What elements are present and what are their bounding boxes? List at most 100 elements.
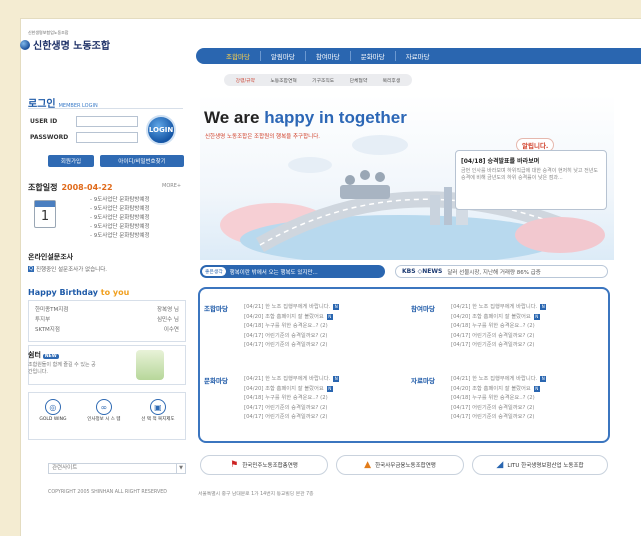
board-item[interactable]: [04/17] 어린기준의 승격일까요? (2) bbox=[244, 341, 339, 351]
partner-label: 한국민주노동조합총연맹 bbox=[242, 463, 298, 469]
board-list: [04/21] 한 노조 집행부에게 바랍니다. N [04/20] 조합 홈페이… bbox=[451, 303, 547, 351]
board-list: [04/21] 한 노조 집행부에게 바랍니다. N [04/20] 조합 홈페이… bbox=[244, 303, 340, 351]
new-icon: N bbox=[326, 313, 333, 320]
rest-illustration bbox=[136, 350, 164, 380]
schedule-title-text: 조합일정 bbox=[28, 183, 58, 192]
news-ticker[interactable]: KBS ◇NEWS 달러 선물시장, 지난해 거래량 86% 급증 bbox=[395, 265, 608, 278]
birthday-title-a: Happy Birthday bbox=[28, 288, 98, 297]
quick-link-label: 선 택 적 복지제도 bbox=[141, 417, 175, 422]
userid-label: USER ID bbox=[30, 118, 58, 125]
rest-description: 조합원들이 함께 즐길 수 있는 공간입니다. bbox=[28, 362, 96, 375]
board-item[interactable]: [04/17] 어린기준의 승격일까요? (2) bbox=[244, 413, 339, 423]
partner-label: 한국사무금융노동조합연맹 bbox=[375, 463, 436, 469]
board-item[interactable]: [04/20] 조합 홈페이지 잘 볼랐어요 N bbox=[451, 385, 546, 395]
board-item[interactable]: [04/17] 어린기준의 승격일까요? (2) bbox=[244, 332, 339, 342]
sub-nav-item[interactable]: 노동조합연혁 bbox=[270, 77, 296, 84]
divider bbox=[28, 108, 183, 109]
birthday-branch: 투지부 bbox=[35, 317, 51, 323]
board-item-text: [04/21] 한 노조 집행부에게 바랍니다. bbox=[451, 376, 538, 382]
sub-nav-item[interactable]: 단체협약 bbox=[350, 77, 368, 84]
userid-input[interactable] bbox=[76, 116, 138, 127]
board-title[interactable]: 참여마당 bbox=[411, 303, 435, 313]
logo-subtitle: 신한생명보험업노동조합 bbox=[28, 30, 69, 35]
quick-link-welfare[interactable]: ▣ 선 택 적 복지제도 bbox=[141, 399, 175, 422]
board-item[interactable]: [04/21] 한 노조 집행부에게 바랍니다. N bbox=[244, 375, 340, 385]
nav-item[interactable]: 자료마당 bbox=[396, 51, 440, 61]
schedule-title: 조합일정 2008-04-22 bbox=[28, 182, 113, 193]
quick-link-label: 인사정보 시 스 템 bbox=[87, 417, 121, 422]
board-item[interactable]: [04/18] 누구를 위한 승격운요..? (2) bbox=[244, 394, 339, 404]
schedule-item[interactable]: - 9도사업단 문화탐방예정 bbox=[90, 232, 150, 241]
doc-icon: ▣ bbox=[149, 399, 166, 415]
survey-title: 온라인설문조사 bbox=[28, 253, 74, 261]
board-item[interactable]: [04/17] 어린기준의 승격일까요? (2) bbox=[244, 404, 339, 414]
partner-label: LITU 한국생명보험산업 노동조합 bbox=[507, 463, 584, 469]
nav-item[interactable]: 조합마당 bbox=[216, 51, 261, 61]
partner-litu[interactable]: ◢ LITU 한국생명보험산업 노동조합 bbox=[472, 455, 608, 475]
survey-item: Q 진행중인 설문조사가 없습니다. bbox=[28, 265, 107, 273]
sub-nav-item[interactable]: 복리후생 bbox=[383, 77, 401, 84]
question-icon: Q bbox=[28, 266, 34, 272]
board-item[interactable]: [04/21] 한 노조 집행부에게 바랍니다. N bbox=[451, 303, 547, 313]
copyright: COPYRIGHT 2005 SHINHAN ALL RIGHT RESERVE… bbox=[48, 490, 167, 495]
sub-nav: 강령/규약 노동조합연혁 기구조직도 단체협약 복리후생 bbox=[224, 74, 412, 86]
new-icon: N bbox=[533, 313, 540, 320]
birthday-row: 투지부 심민수 님 bbox=[35, 315, 179, 325]
find-account-button[interactable]: 아이디/비밀번호찾기 bbox=[100, 155, 184, 167]
board-title[interactable]: 자료마당 bbox=[411, 375, 435, 385]
hero-headline-a: We are bbox=[204, 108, 260, 127]
schedule-list: - 9도사업단 문화탐방예정 - 9도사업단 문화탐방예정 - 9도사업단 문화… bbox=[90, 196, 150, 241]
flag-icon: ⚑ bbox=[230, 460, 239, 470]
board-item[interactable]: [04/21] 한 노조 집행부에게 바랍니다. N bbox=[451, 375, 547, 385]
board-item[interactable]: [04/18] 누구를 위한 승격운요..? (2) bbox=[451, 394, 546, 404]
join-button[interactable]: 회원가입 bbox=[48, 155, 94, 167]
new-icon: N bbox=[540, 304, 547, 310]
board-item[interactable]: [04/18] 누구를 위한 승격운요..? (2) bbox=[451, 322, 546, 332]
schedule-more-link[interactable]: MORE+ bbox=[162, 183, 181, 189]
board-item[interactable]: [04/20] 조합 홈페이지 잘 볼랐어요 N bbox=[244, 313, 339, 323]
sub-nav-item[interactable]: 강령/규약 bbox=[236, 77, 255, 84]
mountain-icon: ▲ bbox=[364, 460, 372, 470]
quote-ticker[interactable]: 좋은생각 행복이란 밖에서 오는 행복도 있지만... bbox=[200, 265, 385, 278]
birthday-row: SKTM지점 이수연 bbox=[35, 325, 179, 335]
related-sites-label: 관련사이트 bbox=[52, 465, 78, 471]
quick-links: ◎ GOLD WING ∞ 인사정보 시 스 템 ▣ 선 택 적 복지제도 bbox=[28, 392, 186, 440]
partner-kfiu[interactable]: ▲ 한국사무금융노동조합연맹 bbox=[336, 455, 464, 475]
nav-item[interactable]: 알림마당 bbox=[261, 51, 306, 61]
nav-item[interactable]: 문화마당 bbox=[351, 51, 396, 61]
quick-link-gold-wing[interactable]: ◎ GOLD WING bbox=[39, 399, 66, 422]
partner-kctu[interactable]: ⚑ 한국민주노동조합총연맹 bbox=[200, 455, 328, 475]
login-button[interactable]: LOGIN bbox=[146, 115, 176, 145]
address: 서울특별시 중구 남대문로 1가 14번지 동교빌딩 본관 7층 bbox=[198, 492, 314, 497]
new-icon: N bbox=[533, 385, 540, 392]
calendar-icon: 1 bbox=[34, 200, 56, 228]
sub-nav-item[interactable]: 기구조직도 bbox=[312, 77, 334, 84]
board-item[interactable]: [04/20] 조합 홈페이지 잘 볼랐어요 N bbox=[451, 313, 546, 323]
schedule-item[interactable]: - 9도사업단 문화탐방예정 bbox=[90, 196, 150, 205]
board-item[interactable]: [04/17] 어린기준의 승격일까요? (2) bbox=[451, 413, 546, 423]
board-item[interactable]: [04/18] 누구를 위한 승격운요..? (2) bbox=[244, 322, 339, 332]
board-list: [04/21] 한 노조 집행부에게 바랍니다. N [04/20] 조합 홈페이… bbox=[244, 375, 340, 423]
board-item[interactable]: [04/17] 어린기준의 승격일까요? (2) bbox=[451, 404, 546, 414]
board-item[interactable]: [04/17] 어린기준의 승격일까요? (2) bbox=[451, 332, 546, 342]
notice-popup[interactable]: [04/18] 승격발표를 바라보며 금번 인사를 바라보며 하위직급에 대한 … bbox=[455, 150, 607, 210]
site-logo[interactable]: 신한생명보험업노동조합 신한생명 노동조합 bbox=[20, 30, 110, 52]
password-input[interactable] bbox=[76, 132, 138, 143]
new-icon: N bbox=[333, 304, 340, 310]
password-label: PASSWORD bbox=[30, 134, 69, 141]
schedule-item[interactable]: - 9도사업단 문화탐방예정 bbox=[90, 223, 150, 232]
nav-item[interactable]: 참여마당 bbox=[306, 51, 351, 61]
notice-title: [04/18] 승격발표를 바라보며 bbox=[461, 158, 540, 165]
board-title[interactable]: 문화마당 bbox=[204, 375, 228, 385]
board-title[interactable]: 조합마당 bbox=[204, 303, 228, 313]
board-item[interactable]: [04/21] 한 노조 집행부에게 바랍니다. N bbox=[244, 303, 340, 313]
board-item[interactable]: [04/17] 어린기준의 승격일까요? (2) bbox=[451, 341, 546, 351]
people-icon: ∞ bbox=[95, 399, 112, 415]
schedule-item[interactable]: - 9도사업단 문화탐방예정 bbox=[90, 205, 150, 214]
ticker-badge: 좋은생각 bbox=[202, 267, 226, 276]
board-item[interactable]: [04/20] 조합 홈페이지 잘 볼랐어요 N bbox=[244, 385, 339, 395]
hero-headline-b: happy in together bbox=[264, 108, 407, 127]
related-sites-select[interactable]: 관련사이트 ▼ bbox=[48, 463, 186, 474]
schedule-item[interactable]: - 9도사업단 문화탐방예정 bbox=[90, 214, 150, 223]
quick-link-hr-system[interactable]: ∞ 인사정보 시 스 템 bbox=[87, 399, 121, 422]
